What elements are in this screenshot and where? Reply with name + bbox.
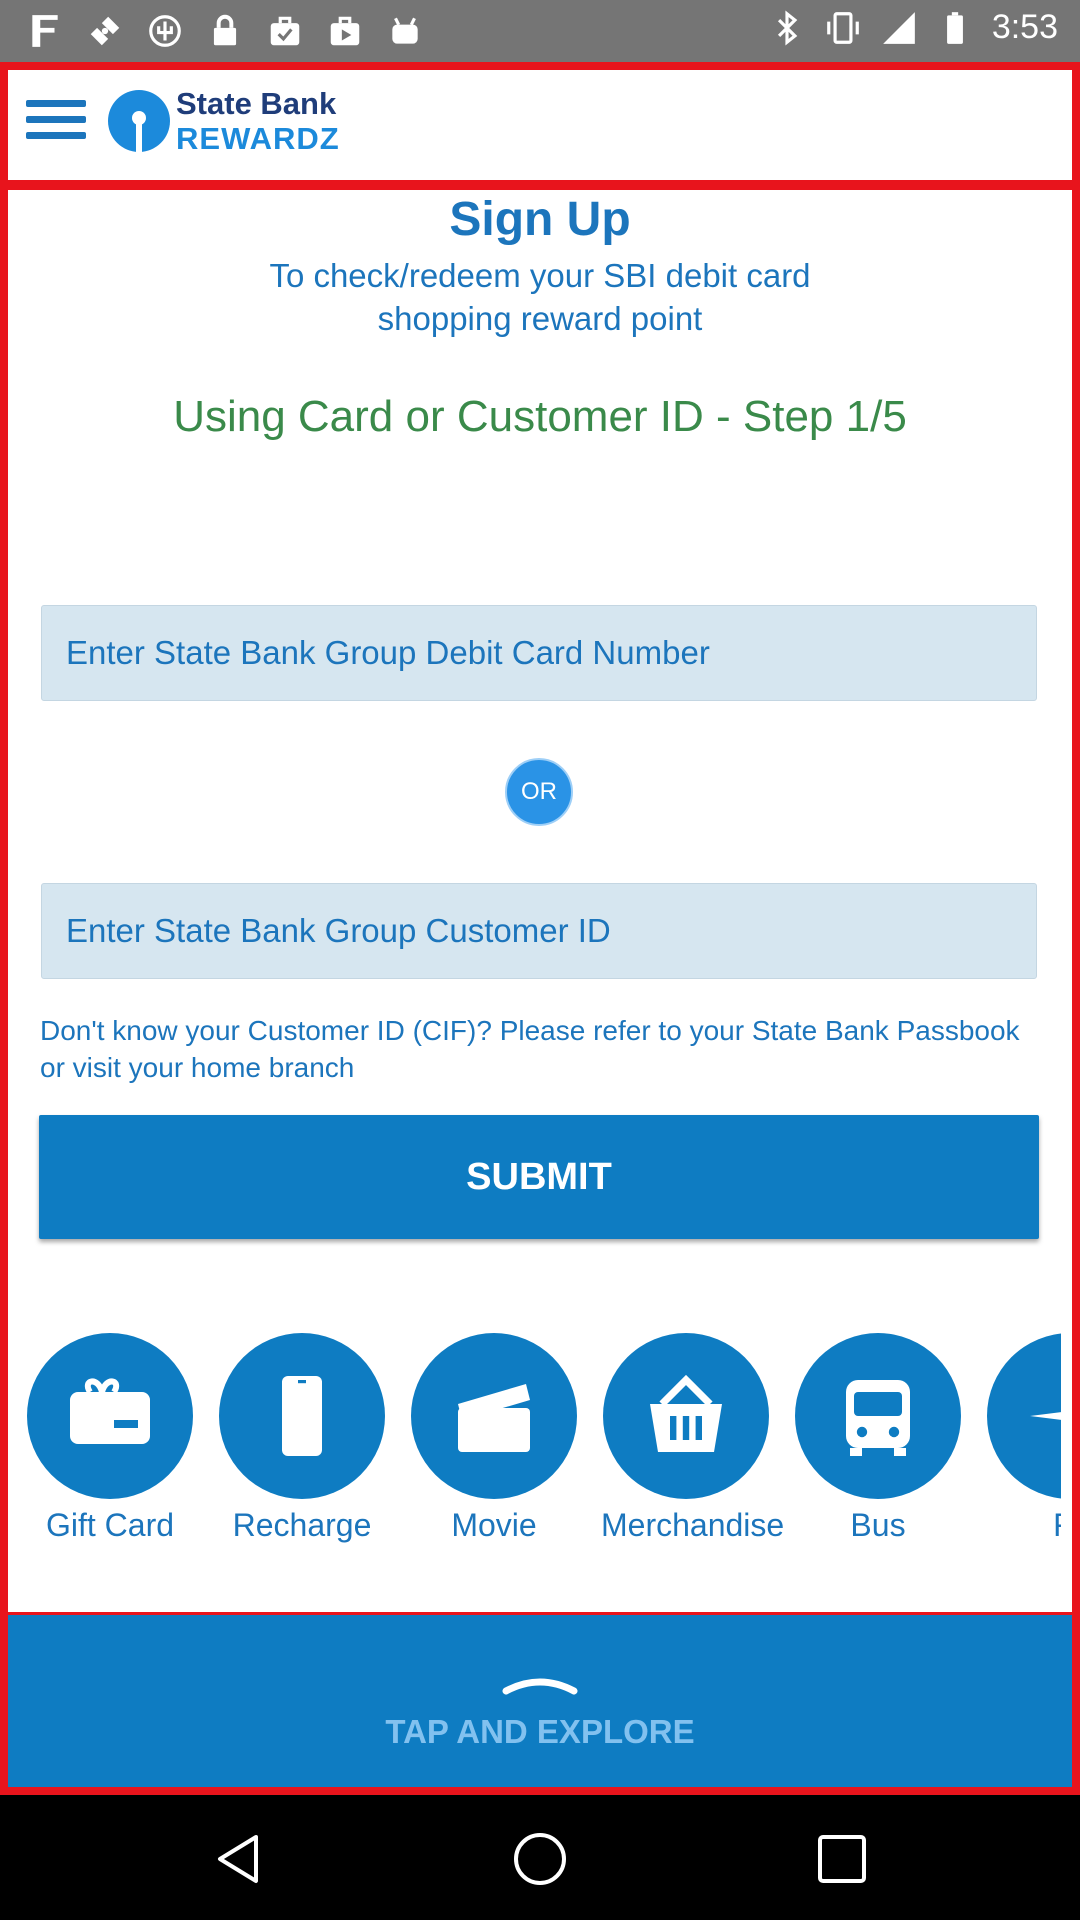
app-header: State Bank REWARDZ: [8, 70, 1072, 180]
battery-icon: [946, 11, 963, 44]
category-gift-card[interactable]: Gift Card: [25, 1333, 195, 1544]
logo-line1: State Bank: [176, 86, 337, 121]
bus-icon: [846, 1380, 910, 1456]
category-merchandise[interactable]: Merchandise: [601, 1333, 785, 1544]
satellite-icon: [90, 16, 120, 46]
category-label: Recharge: [232, 1507, 372, 1543]
fake-app-icon: [32, 15, 58, 47]
page-subtitle: To check/redeem your SBI debit card shop…: [269, 257, 811, 337]
android-icon: [392, 17, 418, 44]
basket-icon: [650, 1374, 722, 1452]
bluetooth-icon: [777, 9, 798, 46]
tap-and-explore-drawer[interactable]: TAP AND EXPLORE: [8, 1615, 1072, 1787]
sbi-logo-icon: [108, 90, 170, 152]
category-label: Bus: [850, 1507, 906, 1543]
lock-icon: [213, 14, 237, 46]
or-divider-badge: OR: [505, 758, 573, 826]
debit-card-number-input[interactable]: [41, 605, 1037, 701]
phone-icon: [282, 1376, 322, 1456]
category-label: Movie: [451, 1507, 537, 1543]
logo-line2: REWARDZ: [176, 121, 340, 156]
category-label: Gift Card: [45, 1507, 175, 1543]
category-label: Merchandise: [601, 1507, 785, 1543]
category-flight[interactable]: Fli: [985, 1333, 1061, 1544]
chevron-up-icon: [502, 1678, 578, 1695]
recent-apps-icon[interactable]: [812, 1829, 872, 1889]
state-bank-rewardz-logo: State Bank REWARDZ: [106, 88, 340, 154]
page-title: Sign Up: [449, 193, 631, 246]
clapperboard-icon: [458, 1384, 530, 1452]
vibrate-icon: [826, 11, 859, 44]
submit-button[interactable]: SUBMIT: [39, 1115, 1039, 1239]
category-carousel[interactable]: Gift Card Recharge Movie Merchandise Bus: [25, 1333, 1061, 1553]
system-nav-bar: [0, 1795, 1080, 1920]
signal-icon: [882, 11, 915, 44]
category-label: Fli: [985, 1507, 1061, 1544]
customer-id-input[interactable]: [41, 883, 1037, 979]
play-bag-icon: [330, 16, 360, 46]
category-movie[interactable]: Movie: [409, 1333, 579, 1544]
plane-icon: [1030, 1412, 1061, 1420]
usb-icon: [149, 15, 181, 47]
hamburger-menu-icon[interactable]: [26, 100, 86, 148]
gift-card-icon: [70, 1378, 150, 1444]
status-time: 3:53: [991, 8, 1058, 46]
tap-and-explore-label: TAP AND EXPLORE: [385, 1713, 695, 1750]
signup-panel: Sign Up To check/redeem your SBI debit c…: [8, 190, 1072, 1612]
home-icon[interactable]: [510, 1829, 570, 1889]
step-indicator: Using Card or Customer ID - Step 1/5: [173, 392, 907, 441]
category-bus[interactable]: Bus: [793, 1333, 963, 1544]
check-bag-icon: [270, 16, 300, 46]
category-recharge[interactable]: Recharge: [217, 1333, 387, 1544]
customer-id-hint: Don't know your Customer ID (CIF)? Pleas…: [40, 1015, 1020, 1083]
back-icon[interactable]: [208, 1829, 268, 1889]
status-bar: 3:53: [0, 0, 1080, 62]
